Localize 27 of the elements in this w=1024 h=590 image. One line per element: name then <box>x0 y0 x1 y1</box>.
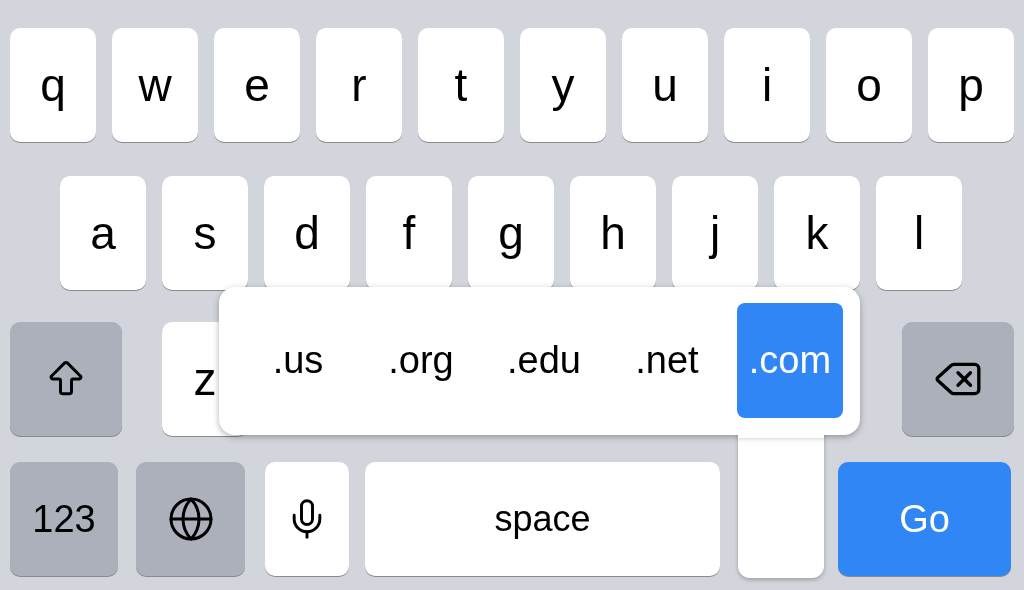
letter-key[interactable]: u <box>622 28 708 142</box>
letter-key[interactable]: y <box>520 28 606 142</box>
letter-key[interactable]: g <box>468 176 554 290</box>
space-key[interactable]: space <box>365 462 720 576</box>
letter-key[interactable]: a <box>60 176 146 290</box>
letter-key[interactable]: o <box>826 28 912 142</box>
domain-option[interactable]: .com <box>737 303 843 418</box>
globe-key[interactable] <box>136 462 245 576</box>
letter-key[interactable]: k <box>774 176 860 290</box>
letter-key[interactable]: t <box>418 28 504 142</box>
letter-key[interactable]: r <box>316 28 402 142</box>
go-key[interactable]: Go <box>838 462 1011 576</box>
numbers-key[interactable]: 123 <box>10 462 118 576</box>
delete-key[interactable] <box>902 322 1014 436</box>
letter-key[interactable]: f <box>366 176 452 290</box>
letter-key[interactable]: h <box>570 176 656 290</box>
letter-key[interactable]: e <box>214 28 300 142</box>
letter-key[interactable]: s <box>162 176 248 290</box>
letter-key[interactable]: j <box>672 176 758 290</box>
microphone-key[interactable] <box>265 462 349 576</box>
letter-key[interactable]: d <box>264 176 350 290</box>
letter-key[interactable]: w <box>112 28 198 142</box>
letter-key[interactable]: q <box>10 28 96 142</box>
letter-key[interactable]: i <box>724 28 810 142</box>
letter-key[interactable]: p <box>928 28 1014 142</box>
letter-key[interactable]: l <box>876 176 962 290</box>
shift-key[interactable] <box>10 322 122 436</box>
